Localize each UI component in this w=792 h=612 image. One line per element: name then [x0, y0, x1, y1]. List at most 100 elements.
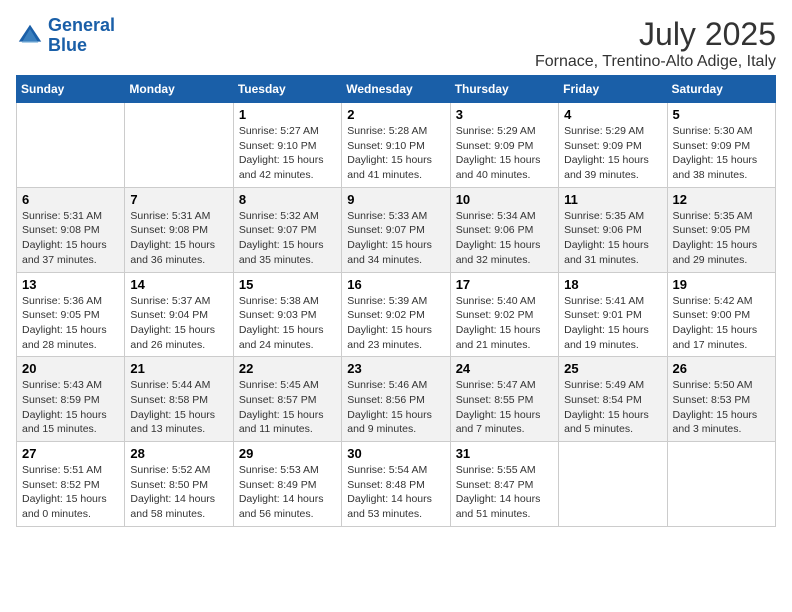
- day-info: Sunrise: 5:46 AMSunset: 8:56 PMDaylight:…: [347, 378, 444, 437]
- day-number: 20: [22, 361, 119, 376]
- calendar-cell: 14 Sunrise: 5:37 AMSunset: 9:04 PMDayligh…: [125, 272, 233, 357]
- day-number: 21: [130, 361, 227, 376]
- calendar-cell: 29Sunrise: 5:53 AMSunset: 8:49 PMDayligh…: [233, 442, 341, 527]
- calendar-cell: 28 Sunrise: 5:52 AMSunset: 8:50 PMDayligh…: [125, 442, 233, 527]
- week-row-1: 1Sunrise: 5:27 AMSunset: 9:10 PMDaylight…: [17, 103, 776, 188]
- day-number: 26: [673, 361, 770, 376]
- header-cell-friday: Friday: [559, 76, 667, 103]
- header-cell-tuesday: Tuesday: [233, 76, 341, 103]
- day-number: 25: [564, 361, 661, 376]
- calendar-cell: [125, 103, 233, 188]
- calendar-cell: [667, 442, 775, 527]
- day-info: Sunrise: 5:36 AMSunset: 9:05 PMDaylight:…: [22, 294, 119, 353]
- page-header: General Blue July 2025 Fornace, Trentino…: [16, 16, 776, 71]
- day-info: Sunrise: 5:29 AMSunset: 9:09 PMDaylight:…: [456, 124, 553, 183]
- day-number: 24: [456, 361, 553, 376]
- calendar-cell: 13 Sunrise: 5:36 AMSunset: 9:05 PMDayligh…: [17, 272, 125, 357]
- day-info: Sunrise: 5:44 AMSunset: 8:58 PMDaylight:…: [130, 378, 227, 437]
- day-info: Sunrise: 5:40 AMSunset: 9:02 PMDaylight:…: [456, 294, 553, 353]
- day-info: Sunrise: 5:55 AMSunset: 8:47 PMDaylight:…: [456, 463, 553, 522]
- day-number: 22: [239, 361, 336, 376]
- day-info: Sunrise: 5:54 AMSunset: 8:48 PMDaylight:…: [347, 463, 444, 522]
- calendar-cell: 3Sunrise: 5:29 AMSunset: 9:09 PMDaylight…: [450, 103, 558, 188]
- day-info: Sunrise: 5:49 AMSunset: 8:54 PMDaylight:…: [564, 378, 661, 437]
- day-info: Sunrise: 5:47 AMSunset: 8:55 PMDaylight:…: [456, 378, 553, 437]
- day-info: Sunrise: 5:29 AMSunset: 9:09 PMDaylight:…: [564, 124, 661, 183]
- day-number: 6: [22, 192, 119, 207]
- day-number: 7: [130, 192, 227, 207]
- calendar-cell: [17, 103, 125, 188]
- week-row-2: 6 Sunrise: 5:31 AMSunset: 9:08 PMDaylight…: [17, 187, 776, 272]
- calendar-cell: 23 Sunrise: 5:46 AMSunset: 8:56 PMDayligh…: [342, 357, 450, 442]
- day-info: Sunrise: 5:38 AMSunset: 9:03 PMDaylight:…: [239, 294, 336, 353]
- day-number: 14: [130, 277, 227, 292]
- day-number: 2: [347, 107, 444, 122]
- day-number: 13: [22, 277, 119, 292]
- day-number: 16: [347, 277, 444, 292]
- calendar-cell: 24 Sunrise: 5:47 AMSunset: 8:55 PMDayligh…: [450, 357, 558, 442]
- calendar-cell: [559, 442, 667, 527]
- calendar-body: 1Sunrise: 5:27 AMSunset: 9:10 PMDaylight…: [17, 103, 776, 527]
- day-info: Sunrise: 5:35 AMSunset: 9:06 PMDaylight:…: [564, 209, 661, 268]
- calendar-cell: 6 Sunrise: 5:31 AMSunset: 9:08 PMDaylight…: [17, 187, 125, 272]
- day-number: 31: [456, 446, 553, 461]
- header-cell-sunday: Sunday: [17, 76, 125, 103]
- day-info: Sunrise: 5:53 AMSunset: 8:49 PMDaylight:…: [239, 463, 336, 522]
- day-number: 5: [673, 107, 770, 122]
- calendar-cell: 5Sunrise: 5:30 AMSunset: 9:09 PMDaylight…: [667, 103, 775, 188]
- logo-line2: Blue: [48, 35, 87, 55]
- calendar-cell: 19Sunrise: 5:42 AMSunset: 9:00 PMDayligh…: [667, 272, 775, 357]
- logo-icon: [16, 22, 44, 50]
- header-cell-saturday: Saturday: [667, 76, 775, 103]
- calendar-table: SundayMondayTuesdayWednesdayThursdayFrid…: [16, 75, 776, 527]
- calendar-cell: 8Sunrise: 5:32 AMSunset: 9:07 PMDaylight…: [233, 187, 341, 272]
- calendar-cell: 25 Sunrise: 5:49 AMSunset: 8:54 PMDayligh…: [559, 357, 667, 442]
- day-number: 10: [456, 192, 553, 207]
- day-info: Sunrise: 5:33 AMSunset: 9:07 PMDaylight:…: [347, 209, 444, 268]
- day-info: Sunrise: 5:42 AMSunset: 9:00 PMDaylight:…: [673, 294, 770, 353]
- logo-text: General Blue: [48, 16, 115, 56]
- day-number: 9: [347, 192, 444, 207]
- day-info: Sunrise: 5:41 AMSunset: 9:01 PMDaylight:…: [564, 294, 661, 353]
- day-info: Sunrise: 5:31 AMSunset: 9:08 PMDaylight:…: [130, 209, 227, 268]
- day-number: 4: [564, 107, 661, 122]
- calendar-cell: 20 Sunrise: 5:43 AMSunset: 8:59 PMDayligh…: [17, 357, 125, 442]
- header-cell-wednesday: Wednesday: [342, 76, 450, 103]
- day-number: 17: [456, 277, 553, 292]
- header-cell-monday: Monday: [125, 76, 233, 103]
- calendar-cell: 4 Sunrise: 5:29 AMSunset: 9:09 PMDaylight…: [559, 103, 667, 188]
- day-info: Sunrise: 5:43 AMSunset: 8:59 PMDaylight:…: [22, 378, 119, 437]
- day-info: Sunrise: 5:34 AMSunset: 9:06 PMDaylight:…: [456, 209, 553, 268]
- day-number: 27: [22, 446, 119, 461]
- day-info: Sunrise: 5:37 AMSunset: 9:04 PMDaylight:…: [130, 294, 227, 353]
- title-block: July 2025 Fornace, Trentino-Alto Adige, …: [535, 16, 776, 71]
- calendar-cell: 22Sunrise: 5:45 AMSunset: 8:57 PMDayligh…: [233, 357, 341, 442]
- day-number: 18: [564, 277, 661, 292]
- calendar-cell: 30Sunrise: 5:54 AMSunset: 8:48 PMDayligh…: [342, 442, 450, 527]
- day-info: Sunrise: 5:52 AMSunset: 8:50 PMDaylight:…: [130, 463, 227, 522]
- calendar-cell: 21 Sunrise: 5:44 AMSunset: 8:58 PMDayligh…: [125, 357, 233, 442]
- calendar-cell: 31 Sunrise: 5:55 AMSunset: 8:47 PMDayligh…: [450, 442, 558, 527]
- calendar-cell: 26 Sunrise: 5:50 AMSunset: 8:53 PMDayligh…: [667, 357, 775, 442]
- calendar-cell: 17 Sunrise: 5:40 AMSunset: 9:02 PMDayligh…: [450, 272, 558, 357]
- day-info: Sunrise: 5:28 AMSunset: 9:10 PMDaylight:…: [347, 124, 444, 183]
- day-number: 28: [130, 446, 227, 461]
- calendar-cell: 18 Sunrise: 5:41 AMSunset: 9:01 PMDayligh…: [559, 272, 667, 357]
- day-number: 8: [239, 192, 336, 207]
- day-number: 11: [564, 192, 661, 207]
- day-info: Sunrise: 5:31 AMSunset: 9:08 PMDaylight:…: [22, 209, 119, 268]
- day-info: Sunrise: 5:51 AMSunset: 8:52 PMDaylight:…: [22, 463, 119, 522]
- logo-line1: General: [48, 15, 115, 35]
- calendar-header: SundayMondayTuesdayWednesdayThursdayFrid…: [17, 76, 776, 103]
- week-row-4: 20 Sunrise: 5:43 AMSunset: 8:59 PMDayligh…: [17, 357, 776, 442]
- week-row-5: 27 Sunrise: 5:51 AMSunset: 8:52 PMDayligh…: [17, 442, 776, 527]
- calendar-cell: 2 Sunrise: 5:28 AMSunset: 9:10 PMDaylight…: [342, 103, 450, 188]
- day-info: Sunrise: 5:50 AMSunset: 8:53 PMDaylight:…: [673, 378, 770, 437]
- logo: General Blue: [16, 16, 115, 56]
- calendar-cell: 7 Sunrise: 5:31 AMSunset: 9:08 PMDaylight…: [125, 187, 233, 272]
- calendar-subtitle: Fornace, Trentino-Alto Adige, Italy: [535, 53, 776, 71]
- calendar-cell: 12Sunrise: 5:35 AMSunset: 9:05 PMDayligh…: [667, 187, 775, 272]
- header-row: SundayMondayTuesdayWednesdayThursdayFrid…: [17, 76, 776, 103]
- day-number: 1: [239, 107, 336, 122]
- day-number: 23: [347, 361, 444, 376]
